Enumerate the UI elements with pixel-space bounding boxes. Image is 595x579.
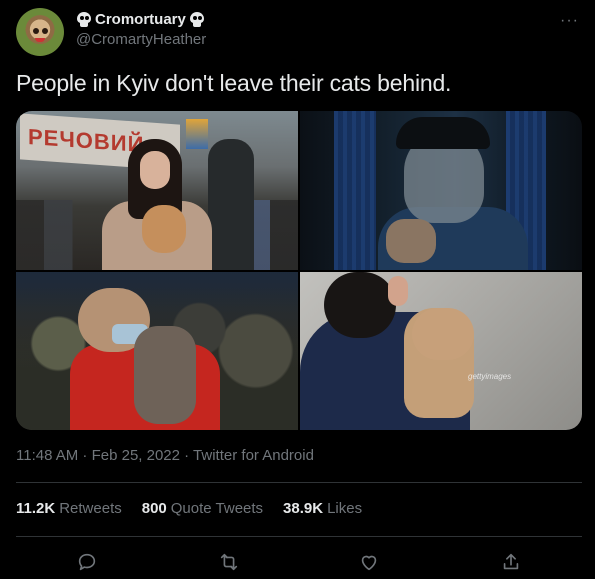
avatar-mouth xyxy=(35,38,45,42)
skull-icon xyxy=(189,11,205,28)
tweet-stats: 11.2K Retweets 800 Quote Tweets 38.9K Likes xyxy=(16,500,362,517)
display-name-row[interactable]: Cromortuary xyxy=(76,10,206,29)
retweet-icon xyxy=(220,553,238,571)
photo-woman-with-cat[interactable]: gettyimages xyxy=(300,272,582,430)
share-button[interactable] xyxy=(498,549,524,575)
cat-shape xyxy=(134,326,196,424)
quote-tweets-stat[interactable]: 800 Quote Tweets xyxy=(142,500,263,517)
heart-icon xyxy=(361,555,377,571)
action-bar xyxy=(0,545,595,579)
media-grid: РЕЧОВИЙ gettyimages xyxy=(16,111,582,430)
retweets-count: 11.2K xyxy=(16,500,56,517)
avatar[interactable] xyxy=(16,8,64,56)
retweets-stat[interactable]: 11.2K Retweets xyxy=(16,500,122,517)
likes-label: Likes xyxy=(327,500,363,517)
hat-shape xyxy=(396,117,490,149)
skull-icon xyxy=(76,11,92,28)
user-handle[interactable]: @CromartyHeather xyxy=(76,31,206,48)
retweets-label: Retweets xyxy=(59,500,122,517)
tweet-meta[interactable]: 11:48 AM · Feb 25, 2022 · Twitter for An… xyxy=(16,447,314,464)
user-info: Cromortuary @CromartyHeather xyxy=(76,10,206,48)
reply-button[interactable] xyxy=(74,549,100,575)
retweet-button[interactable] xyxy=(216,549,242,575)
quotes-label: Quote Tweets xyxy=(170,500,264,517)
more-options-icon[interactable]: ··· xyxy=(560,12,579,30)
tweet-text: People in Kyiv don't leave their cats be… xyxy=(16,70,452,96)
quotes-count: 800 xyxy=(141,500,167,517)
face-shape xyxy=(140,151,170,189)
like-button[interactable] xyxy=(356,549,382,575)
avatar-eye xyxy=(42,28,48,34)
cat-shape xyxy=(142,205,186,253)
face-shape xyxy=(388,276,408,306)
cat-shape xyxy=(386,219,436,263)
likes-count: 38.9K xyxy=(283,500,324,517)
girl-shape xyxy=(96,139,212,270)
share-icon xyxy=(503,553,519,570)
watermark: gettyimages xyxy=(468,372,512,381)
display-name[interactable]: Cromortuary xyxy=(95,11,186,28)
curtain-shape xyxy=(334,111,376,270)
divider xyxy=(16,536,582,537)
likes-stat[interactable]: 38.9K Likes xyxy=(283,500,362,517)
photo-man-with-cat-in-shelter[interactable] xyxy=(16,272,298,430)
hair-shape xyxy=(324,272,396,338)
divider xyxy=(16,482,582,483)
avatar-eye xyxy=(33,28,39,34)
man-shape xyxy=(208,139,254,270)
photo-girl-with-cat[interactable]: РЕЧОВИЙ xyxy=(16,111,298,270)
reply-icon xyxy=(78,553,96,571)
cat-head-shape xyxy=(412,308,474,360)
photo-boy-in-bus-window[interactable] xyxy=(300,111,582,270)
